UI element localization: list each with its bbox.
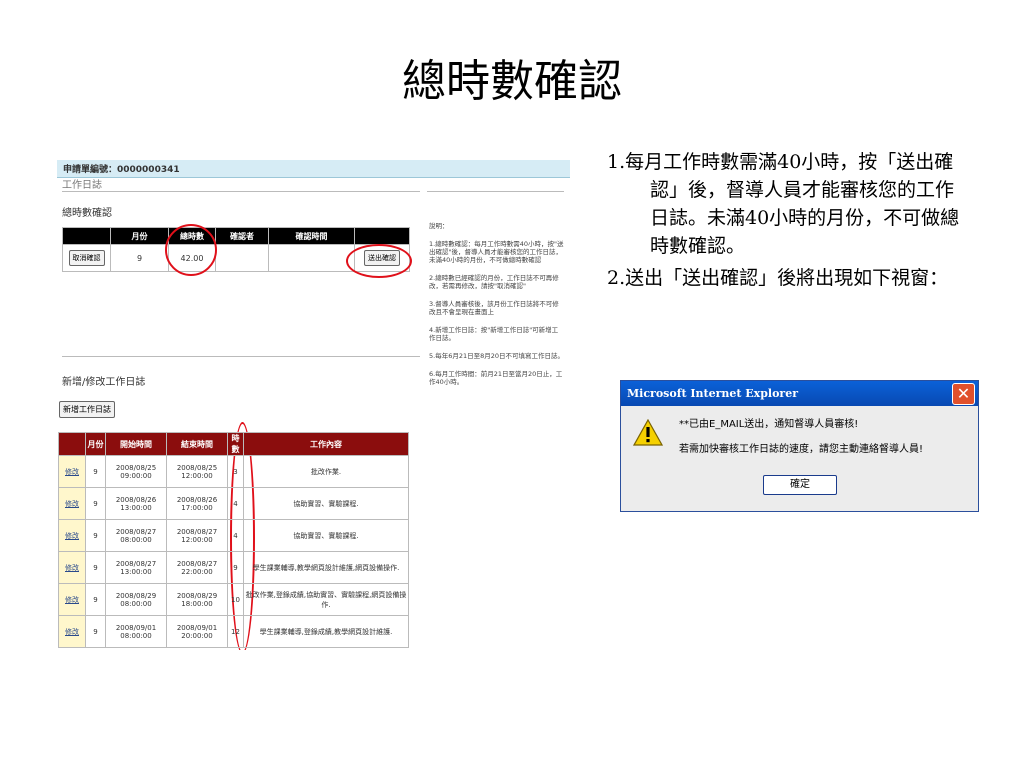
dialog-message-line: 若需加快審核工作日誌的速度，請您主動連絡督導人員! bbox=[679, 444, 924, 455]
month-cell: 9 bbox=[85, 519, 106, 552]
end-cell: 2008/08/25 12:00:00 bbox=[166, 455, 228, 488]
hours-cell: 4 bbox=[227, 519, 244, 552]
sidebar-item: 1.總時數確認：每月工作時數需40小時，按"送出確認"後，督導人員才能審核您的工… bbox=[429, 240, 564, 264]
month-cell: 9 bbox=[85, 615, 106, 648]
header-cell: 工作內容 bbox=[243, 432, 409, 456]
content-cell: 學生課業輔導,登錄成績,教學網頁設計維護. bbox=[243, 615, 409, 648]
month-cell: 9 bbox=[85, 487, 106, 520]
alert-dialog: Microsoft Internet Explorer ✕ **已由E_MAIL… bbox=[620, 380, 979, 512]
month-cell: 9 bbox=[85, 455, 106, 488]
header-cell: 結束時間 bbox=[166, 432, 228, 456]
cancel-cell: 取消確認 bbox=[62, 244, 111, 272]
divider bbox=[427, 191, 564, 192]
sidebar-item: 5.每年6月21日至8月20日不可填寫工作日誌。 bbox=[429, 352, 565, 360]
dialog-message-line: **已由E_MAIL送出，通知督導人員審核! bbox=[679, 419, 859, 430]
edit-link[interactable]: 修改 bbox=[65, 532, 79, 540]
edit-link[interactable]: 修改 bbox=[65, 596, 79, 604]
hours-cell: 12 bbox=[227, 615, 244, 648]
work-log-screenshot: 申請單編號：0000000341 工作日誌 總時數確認 月份 總時數 確認者 確… bbox=[57, 160, 570, 650]
dialog-title-bar[interactable]: Microsoft Internet Explorer ✕ bbox=[621, 381, 978, 406]
add-work-log-button[interactable]: 新增工作日誌 bbox=[59, 401, 115, 418]
sidebar-title: 說明： bbox=[429, 222, 449, 230]
content-cell: 協助實習、實驗課程. bbox=[243, 487, 409, 520]
sidebar-item: 2.總時數已經確認的月份，工作日誌不可再修改，若需再修改，請按"取消確認" bbox=[429, 274, 559, 290]
edit-link[interactable]: 修改 bbox=[65, 468, 79, 476]
highlight-circle bbox=[165, 224, 217, 276]
end-cell: 2008/08/29 18:00:00 bbox=[166, 583, 228, 616]
header-cell: 月份 bbox=[85, 432, 106, 456]
hours-cell: 4 bbox=[227, 487, 244, 520]
content-cell: 批改作業. bbox=[243, 455, 409, 488]
app-header-bar: 申請單編號：0000000341 bbox=[57, 160, 570, 178]
header-cell: 確認者 bbox=[215, 227, 269, 245]
work-log-header: 月份 開始時間 結束時間 時數 工作內容 bbox=[58, 432, 409, 456]
divider bbox=[62, 356, 420, 357]
table-row: 修改 9 2008/08/27 08:00:00 2008/08/27 12:0… bbox=[58, 519, 409, 552]
edit-link[interactable]: 修改 bbox=[65, 564, 79, 572]
cancel-confirm-button[interactable]: 取消確認 bbox=[68, 250, 105, 266]
divider bbox=[62, 191, 420, 192]
start-cell: 2008/08/29 08:00:00 bbox=[105, 583, 167, 616]
help-sidebar: 說明： 1.總時數確認：每月工作時數需40小時，按"送出確認"後，督導人員才能審… bbox=[429, 222, 564, 396]
hours-cell: 3 bbox=[227, 455, 244, 488]
dialog-title: Microsoft Internet Explorer bbox=[627, 387, 799, 400]
header-cell: 時數 bbox=[227, 432, 244, 456]
work-log-table: 月份 開始時間 結束時間 時數 工作內容 修改 9 2008/08/25 09:… bbox=[58, 432, 409, 648]
table-row: 修改 9 2008/08/27 13:00:00 2008/08/27 22:0… bbox=[58, 551, 409, 584]
edit-link[interactable]: 修改 bbox=[65, 500, 79, 508]
content-cell: 批改作業,登錄成績,協助實習、實驗課程,網頁設備操作. bbox=[243, 583, 409, 616]
note-item: 2.送出「送出確認」後將出現如下視窗： bbox=[607, 267, 949, 289]
end-cell: 2008/08/27 12:00:00 bbox=[166, 519, 228, 552]
application-number: 申請單編號：0000000341 bbox=[63, 165, 180, 175]
confirm-section-heading: 總時數確認 bbox=[62, 208, 112, 219]
sidebar-item: 4.新增工作日誌：按"新增工作日誌"可新增工作日誌。 bbox=[429, 326, 559, 342]
note-item: 1.每月工作時數需滿40小時，按「送出確認」後，督導人員才能審核您的工作日誌。未… bbox=[607, 151, 960, 257]
header-cell bbox=[354, 227, 410, 245]
confirmer-cell bbox=[215, 244, 269, 272]
close-icon[interactable]: ✕ bbox=[952, 383, 975, 405]
edit-link[interactable]: 修改 bbox=[65, 628, 79, 636]
table-row: 修改 9 2008/08/29 08:00:00 2008/08/29 18:0… bbox=[58, 583, 409, 616]
header-cell bbox=[62, 227, 111, 245]
table-row: 修改 9 2008/08/26 13:00:00 2008/08/26 17:0… bbox=[58, 487, 409, 520]
log-section-heading: 新增/修改工作日誌 bbox=[62, 377, 146, 388]
slide-title: 總時數確認 bbox=[402, 56, 622, 107]
header-cell: 開始時間 bbox=[105, 432, 167, 456]
start-cell: 2008/08/26 13:00:00 bbox=[105, 487, 167, 520]
hours-cell: 9 bbox=[227, 551, 244, 584]
end-cell: 2008/09/01 20:00:00 bbox=[166, 615, 228, 648]
hours-cell: 10 bbox=[227, 583, 244, 616]
month-cell: 9 bbox=[85, 551, 106, 584]
table-row: 修改 9 2008/08/25 09:00:00 2008/08/25 12:0… bbox=[58, 455, 409, 488]
content-cell: 協助實習、實驗課程. bbox=[243, 519, 409, 552]
sidebar-item: 3.督導人員審核後，該月份工作日誌將不可修改且不會呈現在畫面上 bbox=[429, 300, 559, 316]
start-cell: 2008/08/27 13:00:00 bbox=[105, 551, 167, 584]
end-cell: 2008/08/26 17:00:00 bbox=[166, 487, 228, 520]
table-row: 修改 9 2008/09/01 08:00:00 2008/09/01 20:0… bbox=[58, 615, 409, 648]
sidebar-item: 6.每月工作時間：前月21日至當月20日止，工作40小時。 bbox=[429, 370, 563, 386]
confirm-time-cell bbox=[268, 244, 355, 272]
highlight-circle bbox=[346, 244, 412, 278]
confirm-table-header: 月份 總時數 確認者 確認時間 bbox=[62, 227, 410, 245]
instruction-notes: 1.每月工作時數需滿40小時，按「送出確認」後，督導人員才能審核您的工作日誌。未… bbox=[607, 148, 967, 292]
header-cell bbox=[58, 432, 86, 456]
header-cell: 月份 bbox=[110, 227, 169, 245]
start-cell: 2008/09/01 08:00:00 bbox=[105, 615, 167, 648]
content-cell: 學生課業輔導,教學網頁設計維護,網頁設備操作. bbox=[243, 551, 409, 584]
month-cell: 9 bbox=[85, 583, 106, 616]
ok-button[interactable]: 確定 bbox=[763, 475, 837, 495]
end-cell: 2008/08/27 22:00:00 bbox=[166, 551, 228, 584]
start-cell: 2008/08/27 08:00:00 bbox=[105, 519, 167, 552]
header-cell: 確認時間 bbox=[268, 227, 355, 245]
warning-icon bbox=[633, 419, 663, 446]
section-caption: 工作日誌 bbox=[62, 180, 102, 191]
month-cell: 9 bbox=[110, 244, 169, 272]
start-cell: 2008/08/25 09:00:00 bbox=[105, 455, 167, 488]
